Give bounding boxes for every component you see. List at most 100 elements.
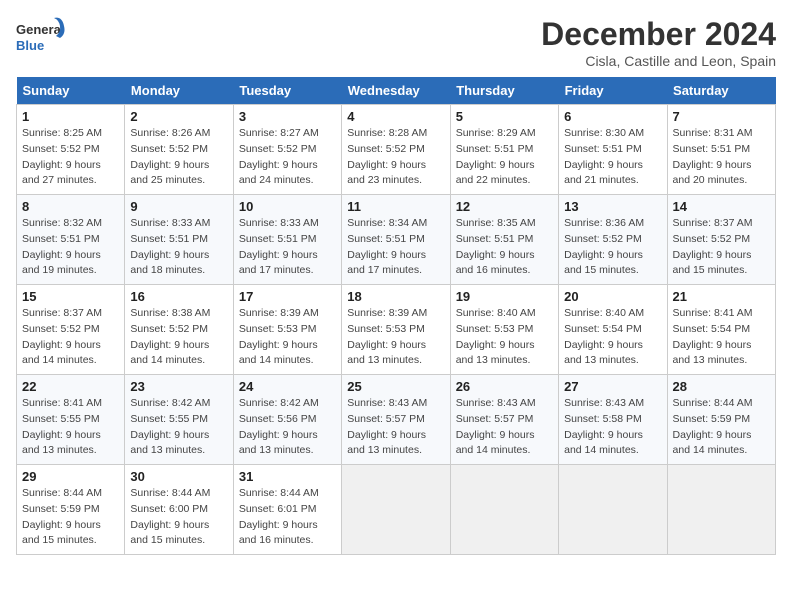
weekday-header-thursday: Thursday [450,77,558,105]
day-number: 11 [347,199,444,214]
day-number: 29 [22,469,119,484]
day-number: 19 [456,289,553,304]
day-info: Sunrise: 8:27 AM Sunset: 5:52 PM Dayligh… [239,126,336,189]
day-number: 24 [239,379,336,394]
location-title: Cisla, Castille and Leon, Spain [541,53,776,69]
day-info: Sunrise: 8:29 AM Sunset: 5:51 PM Dayligh… [456,126,553,189]
day-number: 13 [564,199,661,214]
day-info: Sunrise: 8:43 AM Sunset: 5:57 PM Dayligh… [347,396,444,459]
calendar-day-cell: 24 Sunrise: 8:42 AM Sunset: 5:56 PM Dayl… [233,375,341,465]
calendar-day-cell: 1 Sunrise: 8:25 AM Sunset: 5:52 PM Dayli… [17,105,125,195]
day-info: Sunrise: 8:37 AM Sunset: 5:52 PM Dayligh… [22,306,119,369]
calendar-day-cell: 6 Sunrise: 8:30 AM Sunset: 5:51 PM Dayli… [559,105,667,195]
calendar-day-cell: 26 Sunrise: 8:43 AM Sunset: 5:57 PM Dayl… [450,375,558,465]
calendar-day-cell: 12 Sunrise: 8:35 AM Sunset: 5:51 PM Dayl… [450,195,558,285]
title-area: December 2024 Cisla, Castille and Leon, … [541,16,776,69]
calendar-day-cell: 19 Sunrise: 8:40 AM Sunset: 5:53 PM Dayl… [450,285,558,375]
day-info: Sunrise: 8:26 AM Sunset: 5:52 PM Dayligh… [130,126,227,189]
calendar-day-cell: 16 Sunrise: 8:38 AM Sunset: 5:52 PM Dayl… [125,285,233,375]
month-title: December 2024 [541,16,776,53]
day-number: 9 [130,199,227,214]
calendar-day-cell: 5 Sunrise: 8:29 AM Sunset: 5:51 PM Dayli… [450,105,558,195]
day-info: Sunrise: 8:44 AM Sunset: 5:59 PM Dayligh… [673,396,770,459]
calendar-day-cell: 21 Sunrise: 8:41 AM Sunset: 5:54 PM Dayl… [667,285,775,375]
calendar-day-cell: 25 Sunrise: 8:43 AM Sunset: 5:57 PM Dayl… [342,375,450,465]
day-info: Sunrise: 8:42 AM Sunset: 5:55 PM Dayligh… [130,396,227,459]
day-info: Sunrise: 8:40 AM Sunset: 5:53 PM Dayligh… [456,306,553,369]
calendar-day-cell: 29 Sunrise: 8:44 AM Sunset: 5:59 PM Dayl… [17,465,125,555]
day-number: 6 [564,109,661,124]
calendar-day-cell: 17 Sunrise: 8:39 AM Sunset: 5:53 PM Dayl… [233,285,341,375]
day-number: 12 [456,199,553,214]
calendar-day-cell: 14 Sunrise: 8:37 AM Sunset: 5:52 PM Dayl… [667,195,775,285]
calendar-day-cell: 11 Sunrise: 8:34 AM Sunset: 5:51 PM Dayl… [342,195,450,285]
day-info: Sunrise: 8:41 AM Sunset: 5:55 PM Dayligh… [22,396,119,459]
day-info: Sunrise: 8:43 AM Sunset: 5:58 PM Dayligh… [564,396,661,459]
calendar-day-cell: 31 Sunrise: 8:44 AM Sunset: 6:01 PM Dayl… [233,465,341,555]
day-number: 14 [673,199,770,214]
day-info: Sunrise: 8:34 AM Sunset: 5:51 PM Dayligh… [347,216,444,279]
day-info: Sunrise: 8:42 AM Sunset: 5:56 PM Dayligh… [239,396,336,459]
calendar-day-cell: 2 Sunrise: 8:26 AM Sunset: 5:52 PM Dayli… [125,105,233,195]
day-number: 4 [347,109,444,124]
calendar-day-cell: 4 Sunrise: 8:28 AM Sunset: 5:52 PM Dayli… [342,105,450,195]
day-info: Sunrise: 8:35 AM Sunset: 5:51 PM Dayligh… [456,216,553,279]
calendar-day-cell [667,465,775,555]
calendar-week-row: 1 Sunrise: 8:25 AM Sunset: 5:52 PM Dayli… [17,105,776,195]
calendar-day-cell: 10 Sunrise: 8:33 AM Sunset: 5:51 PM Dayl… [233,195,341,285]
day-info: Sunrise: 8:43 AM Sunset: 5:57 PM Dayligh… [456,396,553,459]
calendar-day-cell: 9 Sunrise: 8:33 AM Sunset: 5:51 PM Dayli… [125,195,233,285]
day-info: Sunrise: 8:36 AM Sunset: 5:52 PM Dayligh… [564,216,661,279]
day-info: Sunrise: 8:40 AM Sunset: 5:54 PM Dayligh… [564,306,661,369]
day-number: 1 [22,109,119,124]
logo: General Blue [16,16,66,56]
day-info: Sunrise: 8:32 AM Sunset: 5:51 PM Dayligh… [22,216,119,279]
weekday-header-friday: Friday [559,77,667,105]
day-number: 17 [239,289,336,304]
day-info: Sunrise: 8:33 AM Sunset: 5:51 PM Dayligh… [130,216,227,279]
day-info: Sunrise: 8:39 AM Sunset: 5:53 PM Dayligh… [347,306,444,369]
weekday-header-saturday: Saturday [667,77,775,105]
calendar-day-cell: 22 Sunrise: 8:41 AM Sunset: 5:55 PM Dayl… [17,375,125,465]
calendar-day-cell: 30 Sunrise: 8:44 AM Sunset: 6:00 PM Dayl… [125,465,233,555]
calendar-day-cell: 3 Sunrise: 8:27 AM Sunset: 5:52 PM Dayli… [233,105,341,195]
calendar-week-row: 8 Sunrise: 8:32 AM Sunset: 5:51 PM Dayli… [17,195,776,285]
logo-svg: General Blue [16,16,66,56]
day-number: 3 [239,109,336,124]
calendar-week-row: 22 Sunrise: 8:41 AM Sunset: 5:55 PM Dayl… [17,375,776,465]
svg-text:Blue: Blue [16,38,44,53]
day-number: 22 [22,379,119,394]
weekday-header-row: SundayMondayTuesdayWednesdayThursdayFrid… [17,77,776,105]
calendar-day-cell [559,465,667,555]
weekday-header-tuesday: Tuesday [233,77,341,105]
day-number: 5 [456,109,553,124]
calendar-day-cell: 18 Sunrise: 8:39 AM Sunset: 5:53 PM Dayl… [342,285,450,375]
day-number: 7 [673,109,770,124]
calendar-week-row: 15 Sunrise: 8:37 AM Sunset: 5:52 PM Dayl… [17,285,776,375]
day-info: Sunrise: 8:39 AM Sunset: 5:53 PM Dayligh… [239,306,336,369]
day-number: 15 [22,289,119,304]
day-info: Sunrise: 8:44 AM Sunset: 5:59 PM Dayligh… [22,486,119,549]
calendar-day-cell [342,465,450,555]
day-number: 18 [347,289,444,304]
page-header: General Blue December 2024 Cisla, Castil… [16,16,776,69]
day-info: Sunrise: 8:44 AM Sunset: 6:00 PM Dayligh… [130,486,227,549]
calendar-day-cell: 23 Sunrise: 8:42 AM Sunset: 5:55 PM Dayl… [125,375,233,465]
calendar-day-cell: 13 Sunrise: 8:36 AM Sunset: 5:52 PM Dayl… [559,195,667,285]
weekday-header-sunday: Sunday [17,77,125,105]
calendar-day-cell: 7 Sunrise: 8:31 AM Sunset: 5:51 PM Dayli… [667,105,775,195]
day-number: 28 [673,379,770,394]
calendar-day-cell: 15 Sunrise: 8:37 AM Sunset: 5:52 PM Dayl… [17,285,125,375]
day-info: Sunrise: 8:31 AM Sunset: 5:51 PM Dayligh… [673,126,770,189]
day-number: 27 [564,379,661,394]
calendar-day-cell: 20 Sunrise: 8:40 AM Sunset: 5:54 PM Dayl… [559,285,667,375]
calendar-day-cell [450,465,558,555]
day-info: Sunrise: 8:38 AM Sunset: 5:52 PM Dayligh… [130,306,227,369]
day-info: Sunrise: 8:28 AM Sunset: 5:52 PM Dayligh… [347,126,444,189]
day-number: 31 [239,469,336,484]
day-number: 23 [130,379,227,394]
day-number: 25 [347,379,444,394]
svg-text:General: General [16,22,64,37]
calendar-day-cell: 8 Sunrise: 8:32 AM Sunset: 5:51 PM Dayli… [17,195,125,285]
day-info: Sunrise: 8:25 AM Sunset: 5:52 PM Dayligh… [22,126,119,189]
